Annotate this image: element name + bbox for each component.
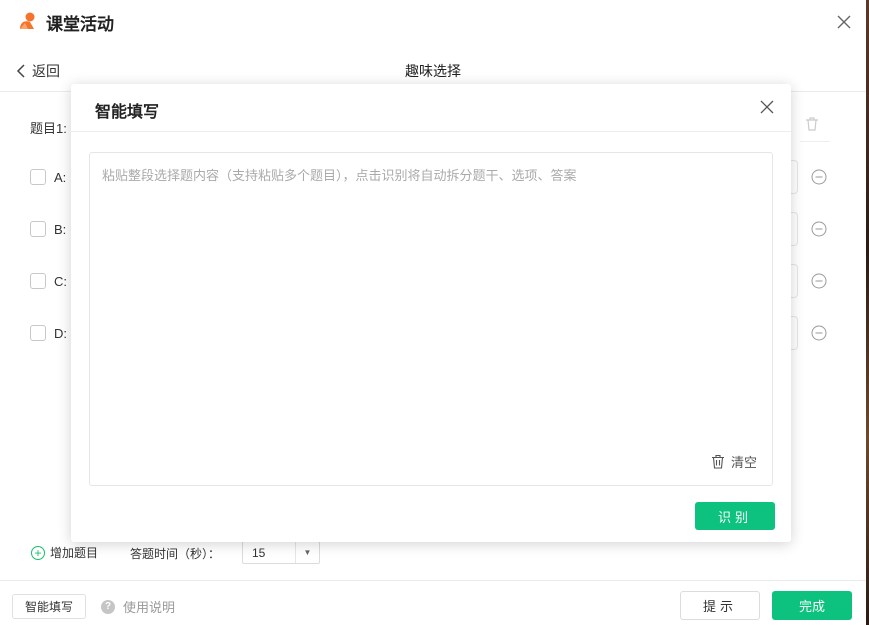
trash-icon: [712, 454, 724, 469]
option-letter-c: C:: [54, 273, 67, 289]
option-checkbox-c[interactable]: [30, 273, 46, 289]
option-checkbox-a[interactable]: [30, 169, 46, 185]
divider: [800, 141, 830, 142]
remove-option-d-icon[interactable]: [811, 325, 827, 341]
plus-circle-icon: +: [31, 545, 45, 560]
option-input-d[interactable]: [790, 316, 798, 350]
remove-option-c-icon[interactable]: [811, 273, 827, 289]
answer-time-label: 答题时间（秒）：: [130, 547, 221, 561]
dialog-header: 智能填写: [71, 84, 791, 132]
app-title: 课堂活动: [46, 15, 114, 34]
option-row-b: B:: [30, 221, 66, 237]
option-letter-d: D:: [54, 325, 67, 341]
dialog-title: 智能填写: [95, 104, 160, 121]
hint-button[interactable]: 提示: [680, 591, 760, 620]
caret-down-icon[interactable]: ▼: [295, 542, 319, 563]
option-row-d: D:: [30, 325, 67, 341]
paste-content-textarea[interactable]: [89, 152, 773, 486]
option-input-c[interactable]: [790, 264, 798, 298]
title-bar: 课堂活动: [0, 0, 866, 44]
footer-bar: 智能填写 ? 使用说明 提示 完成: [0, 580, 866, 625]
recognize-button[interactable]: 识别: [695, 502, 775, 530]
app-logo-icon: [20, 12, 35, 29]
remove-option-a-icon[interactable]: [811, 169, 827, 185]
smart-fill-dialog: 智能填写 清空 识别: [71, 84, 791, 542]
add-question-label: 增加题目: [50, 546, 99, 560]
app-window: 课堂活动 返回 趣味选择 题目1: A: B: C: D: + 增加题目 答题时…: [0, 0, 866, 625]
option-row-a: A:: [30, 169, 66, 185]
help-link[interactable]: ? 使用说明: [101, 597, 175, 616]
page-title: 趣味选择: [405, 63, 461, 79]
option-input-a[interactable]: [790, 160, 798, 194]
answer-time-value: 15: [252, 545, 266, 560]
option-checkbox-d[interactable]: [30, 325, 46, 341]
option-input-b[interactable]: [790, 212, 798, 246]
clear-label: 清空: [731, 455, 758, 470]
answer-time-select[interactable]: 15 ▼: [242, 541, 320, 564]
option-letter-a: A:: [54, 169, 67, 185]
question-label: 题目1:: [30, 121, 67, 136]
done-button[interactable]: 完成: [772, 591, 852, 620]
add-question-button[interactable]: + 增加题目: [31, 544, 98, 561]
question-mark-icon: ?: [101, 599, 115, 614]
smart-fill-button[interactable]: 智能填写: [12, 594, 86, 619]
dialog-close-icon[interactable]: [760, 100, 774, 114]
window-close-icon[interactable]: [835, 13, 853, 31]
clear-button[interactable]: 清空: [711, 452, 757, 471]
option-letter-b: B:: [54, 221, 67, 237]
option-checkbox-b[interactable]: [30, 221, 46, 237]
remove-option-b-icon[interactable]: [811, 221, 827, 237]
option-row-c: C:: [30, 273, 67, 289]
help-label: 使用说明: [123, 600, 176, 615]
delete-question-icon[interactable]: [804, 116, 820, 132]
